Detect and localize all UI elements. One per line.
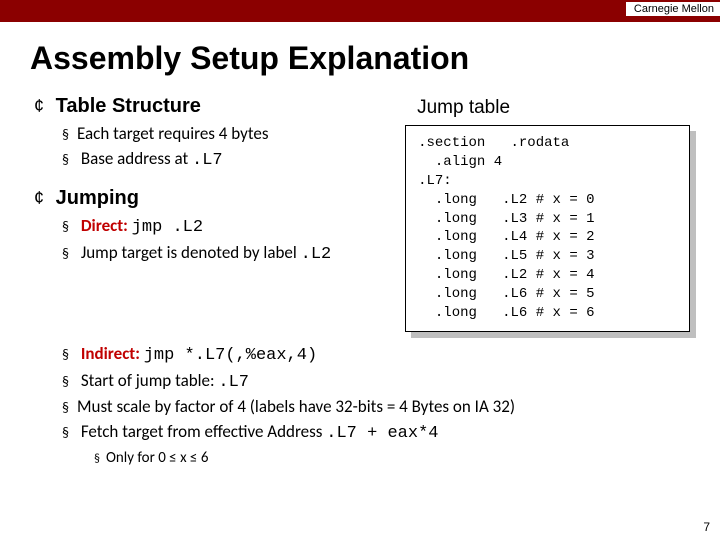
bullet-base-addr: Base address at .L7 xyxy=(62,147,379,174)
section-jumping: Jumping Direct: jmp .L2 Jump target is d… xyxy=(34,187,379,267)
bullet-denote: Jump target is denoted by label .L2 xyxy=(62,241,379,268)
bullet-fetch: Fetch target from effective Address .L7 … xyxy=(62,420,690,470)
jumping-continued: Indirect: jmp *.L7(,%eax,4) Start of jum… xyxy=(30,342,690,470)
slide-title: Assembly Setup Explanation xyxy=(30,40,690,77)
text: Base address at xyxy=(81,148,192,169)
jump-table-code: .section .rodata .align 4 .L7: .long .L2… xyxy=(405,125,690,332)
bullet-start: Start of jump table: .L7 xyxy=(62,369,690,396)
right-column: Jump table .section .rodata .align 4 .L7… xyxy=(399,95,690,332)
code-fetch: .L7 + eax*4 xyxy=(326,424,438,443)
code-l7: .L7 xyxy=(192,151,223,170)
indirect-label: Indirect: xyxy=(81,343,144,364)
text: Jump target is denoted by label xyxy=(81,242,301,263)
left-column: Table Structure Each target requires 4 b… xyxy=(30,95,379,332)
slide-content: Assembly Setup Explanation Table Structu… xyxy=(0,22,720,470)
page-number: 7 xyxy=(703,520,710,534)
bullet-scale: Must scale by factor of 4 (labels have 3… xyxy=(62,395,690,420)
direct-code: jmp .L2 xyxy=(132,218,203,237)
bullet-only-range: Only for 0 ≤ x ≤ 6 xyxy=(94,448,690,470)
jump-table-title: Jump table xyxy=(417,97,690,119)
code-box-wrap: .section .rodata .align 4 .L7: .long .L2… xyxy=(405,125,690,332)
section-title: Table Structure xyxy=(56,95,201,117)
header-bar: Carnegie Mellon xyxy=(0,0,720,22)
bullet-indirect: Indirect: jmp *.L7(,%eax,4) xyxy=(62,342,690,369)
code-l2: .L2 xyxy=(301,245,332,264)
org-tag: Carnegie Mellon xyxy=(626,2,720,16)
section-title: Jumping xyxy=(56,187,139,209)
bullet-direct: Direct: jmp .L2 xyxy=(62,214,379,241)
text: Start of jump table: xyxy=(81,370,219,391)
text: Fetch target from effective Address xyxy=(81,421,326,442)
bullet-4bytes: Each target requires 4 bytes xyxy=(62,122,379,147)
code-l7b: .L7 xyxy=(218,373,249,392)
direct-label: Direct: xyxy=(81,215,132,236)
section-table-structure: Table Structure Each target requires 4 b… xyxy=(34,95,379,173)
indirect-code: jmp *.L7(,%eax,4) xyxy=(144,346,317,365)
